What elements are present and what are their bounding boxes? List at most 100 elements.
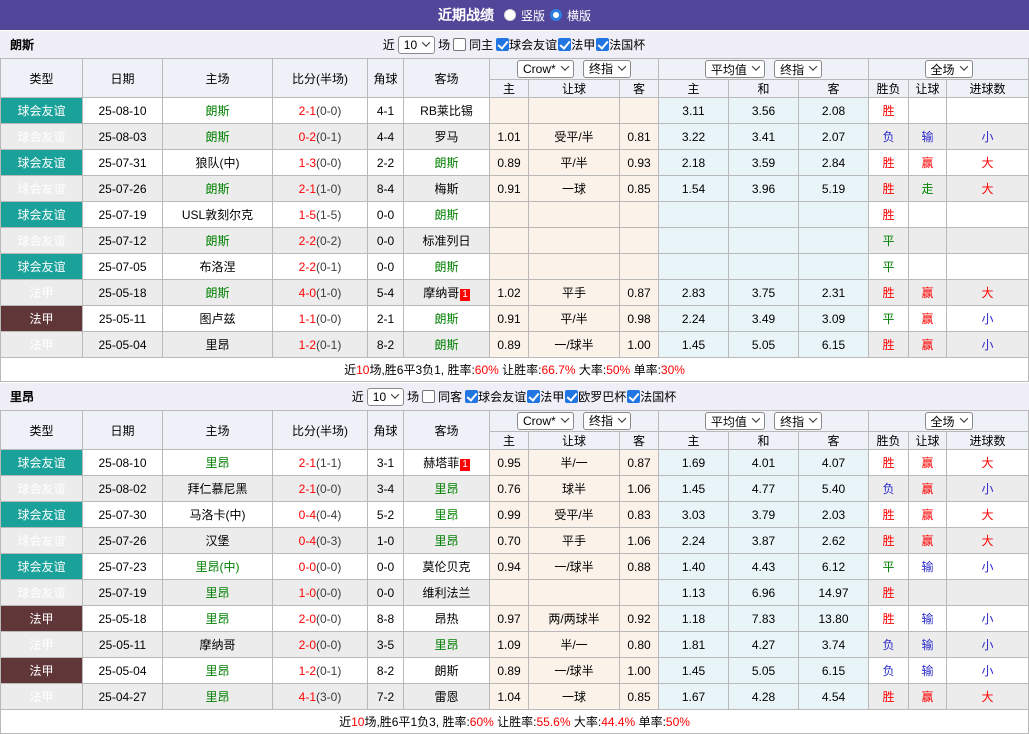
winlose-result: 平 [868,227,910,254]
handicap-result: 输 [908,631,948,658]
match-row: 球会友谊 25-07-23 里昂(中) 0-0(0-0) 0-0 莫伦贝克 0.94 一/球半… [0,553,1029,580]
layout-radio-label: 竖版 [520,8,545,23]
league-filter-checkbox[interactable] [527,390,541,403]
col-date: 日期 [82,58,163,98]
match-date: 25-08-10 [82,449,163,476]
same-home-checkbox[interactable] [453,38,467,51]
avg-draw-odds: 6.96 [728,579,799,606]
league-filter-checkbox[interactable] [558,38,572,51]
goals-result: 大 [946,279,1029,306]
team-label: 标准列日 [422,234,471,248]
goals-result: 大 [946,501,1029,528]
team-label: 朗斯 [434,260,459,274]
subcol-handicap-home: 主 [489,79,529,98]
league-filter-label: 球会友谊 [478,390,527,404]
team-label: 赫塔菲 [423,456,460,470]
score-cell: 1-3(0-0) [272,149,368,176]
goals-result: 小 [946,305,1029,332]
fulltime-score: 1-0 [298,585,316,600]
filters-lyon: 近 10 场 同客 球会友谊 法甲 欧罗巴杯 法国杯 [352,387,677,406]
league-filter-list: 球会友谊 法甲 欧罗巴杯 法国杯 [465,388,677,405]
avg-away-odds [797,253,870,280]
avg-away-odds: 5.19 [797,175,870,202]
team-name: 里昂 [10,390,35,404]
chevron-down-icon [959,62,968,71]
goals-result [946,227,1029,254]
league-type-badge: 球会友谊 [0,123,83,150]
winlose-result: 胜 [868,279,910,306]
match-count-select[interactable]: 10 [397,35,436,54]
same-away-checkbox[interactable] [422,390,436,403]
layout-radio-off[interactable] [503,9,516,21]
halftime-score: (0-0) [316,585,342,600]
team-label: 朗斯 [434,208,459,222]
handicap-away-odds: 0.98 [619,305,659,332]
avg-source-select[interactable]: 平均值 [704,412,765,430]
avg-home-odds: 1.69 [658,449,729,476]
winlose-result: 胜 [868,605,910,632]
league-filter-checkbox[interactable] [565,390,579,403]
corner-score: 8-4 [367,175,404,202]
layout-radio-group: 竖版 横版 [503,7,591,24]
odds-time-select[interactable]: 终指 [583,59,632,78]
avg-time-select[interactable]: 终指 [774,60,823,78]
halftime-score: (0-4) [316,507,342,522]
winlose-result: 胜 [868,97,910,124]
chevron-down-icon [808,414,818,423]
corner-score: 5-2 [367,501,404,528]
match-count-select[interactable]: 10 [366,387,405,406]
odds-source-select[interactable]: Crow* [516,60,574,79]
avg-home-odds: 2.24 [658,527,729,554]
result-group-header: 全场 [868,410,1029,432]
chevron-down-icon [560,62,569,72]
odds-source-select[interactable]: Crow* [516,412,574,431]
league-filter-checkbox[interactable] [465,390,479,403]
team-label: 里昂 [434,482,459,496]
score-cell: 1-2(0-1) [272,331,368,358]
team-label: 朗斯 [205,104,230,118]
odds-time-select[interactable]: 终指 [583,411,632,430]
handicap-result: 赢 [908,527,948,554]
avg-away-odds [797,227,870,254]
league-filter-label: 法国杯 [640,390,677,404]
avg-home-odds [658,253,729,280]
handicap-home-odds [489,201,529,228]
match-row: 法甲 25-04-27 里昂 4-1(3-0) 7-2 雷恩 1.04 一球 0.85 1.67 4… [0,683,1029,710]
corner-score: 2-2 [367,149,404,176]
team-label: 朗斯 [434,156,459,170]
scope-select[interactable]: 全场 [924,412,973,430]
fulltime-score: 0-4 [298,533,316,548]
home-team: USL敦刻尔克 [162,201,273,228]
handicap-home-odds: 0.91 [489,305,529,332]
layout-radio-on[interactable] [550,9,562,21]
avg-time-select[interactable]: 终指 [774,412,823,430]
subcol-handicap-home: 主 [489,431,529,450]
avg-home-odds: 1.45 [658,331,729,358]
handicap-home-odds [489,579,529,606]
team-label: 朗斯 [205,234,230,248]
goals-result: 小 [946,123,1029,150]
home-team: 朗斯 [162,175,273,202]
league-filter-checkbox[interactable] [496,38,510,51]
scope-select[interactable]: 全场 [924,60,973,78]
home-team: 朗斯 [162,123,273,150]
avg-source-select[interactable]: 平均值 [704,60,765,78]
handicap-home-odds: 0.89 [489,149,529,176]
corner-score: 2-1 [367,305,404,332]
handicap-result: 赢 [908,475,948,502]
handicap-home-odds: 0.95 [489,449,529,476]
league-filter-checkbox[interactable] [627,390,641,403]
subcol-avg-away: 客 [797,431,870,450]
handicap-line: 平手 [528,527,620,554]
league-filter-checkbox[interactable] [596,38,610,51]
fulltime-score: 1-5 [298,207,316,222]
handicap-home-odds [489,253,529,280]
subcol-avg-draw: 和 [728,431,799,450]
corner-score: 3-5 [367,631,404,658]
winlose-result: 胜 [868,449,910,476]
avg-home-odds: 2.24 [658,305,729,332]
away-team: 朗斯 [403,657,490,684]
goals-result: 大 [946,175,1029,202]
away-team: 维利法兰 [403,579,490,606]
winlose-result: 平 [868,553,910,580]
